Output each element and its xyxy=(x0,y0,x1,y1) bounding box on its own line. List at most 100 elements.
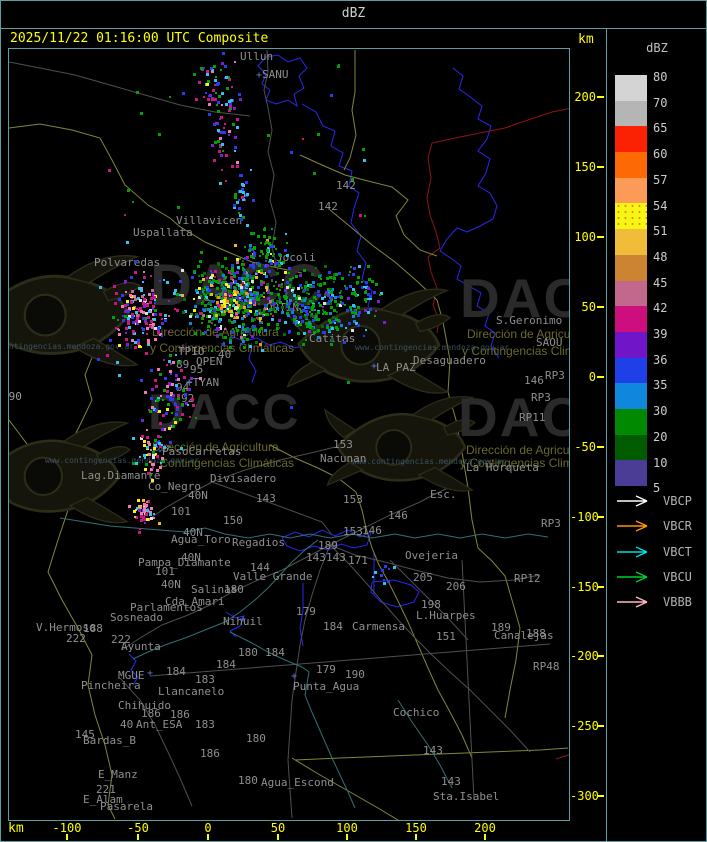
radar-echo-pixel xyxy=(328,271,331,274)
radar-echo-pixel xyxy=(358,311,361,314)
radar-echo-pixel xyxy=(247,270,249,272)
radar-echo-pixel xyxy=(210,276,213,279)
radar-echo-pixel xyxy=(269,246,271,248)
radar-echo-pixel xyxy=(175,374,178,377)
radar-echo-pixel xyxy=(143,440,146,443)
radar-echo-pixel xyxy=(177,378,180,381)
radar-echo-pixel xyxy=(132,330,135,333)
radar-echo-pixel xyxy=(194,332,197,335)
radar-echo-pixel xyxy=(384,565,387,568)
radar-echo-pixel xyxy=(377,300,380,303)
radar-echo-pixel xyxy=(207,325,210,328)
radar-echo-pixel xyxy=(227,308,229,310)
radar-echo-pixel xyxy=(210,284,213,287)
color-scale-block xyxy=(615,229,647,255)
radar-echo-pixel xyxy=(266,264,269,267)
radar-echo-pixel xyxy=(244,257,247,260)
legend-panel: dBZ 80 70 65 60 57 54 51 48 45 42 39 36 35 30 20 10 5 VB… xyxy=(607,29,706,842)
radar-echo-pixel xyxy=(337,319,340,322)
radar-echo-pixel xyxy=(288,302,291,305)
radar-echo-pixel xyxy=(230,298,233,301)
radar-echo-pixel xyxy=(242,326,244,328)
radar-echo-pixel xyxy=(161,457,164,460)
radar-echo-pixel xyxy=(339,292,341,294)
radar-echo-pixel xyxy=(234,193,237,196)
radar-echo-pixel xyxy=(159,373,162,376)
radar-echo-pixel xyxy=(223,302,226,305)
radar-echo-pixel xyxy=(330,94,333,97)
radar-echo-pixel xyxy=(255,276,258,279)
radar-echo-pixel xyxy=(211,350,213,352)
radar-echo-pixel xyxy=(124,304,127,307)
radar-echo-pixel xyxy=(264,304,267,307)
radar-echo-pixel xyxy=(282,279,284,281)
radar-echo-pixel xyxy=(238,93,241,96)
radar-echo-pixel xyxy=(352,304,355,307)
radar-echo-pixel xyxy=(313,315,315,317)
radar-echo-pixel xyxy=(260,312,263,315)
radar-echo-pixel xyxy=(115,327,117,329)
radar-echo-pixel xyxy=(306,292,308,294)
radar-echo-pixel xyxy=(241,290,244,293)
radar-echo-pixel xyxy=(328,329,331,332)
radar-echo-pixel xyxy=(304,306,307,309)
radar-echo-pixel xyxy=(279,299,281,301)
radar-echo-pixel xyxy=(332,316,335,319)
dbz-color-scale xyxy=(615,75,647,486)
radar-echo-pixel xyxy=(163,359,165,361)
radar-echo-pixel xyxy=(276,307,279,310)
radar-echo-pixel xyxy=(173,292,176,295)
radar-echo-pixel xyxy=(250,169,252,171)
radar-echo-pixel xyxy=(163,279,165,281)
radar-echo-pixel xyxy=(150,517,153,520)
radar-echo-pixel xyxy=(274,310,277,313)
x-axis-tick-label: 150 xyxy=(405,821,427,835)
radar-echo-pixel xyxy=(199,280,202,283)
radar-echo-pixel xyxy=(179,418,182,421)
radar-echo-pixel xyxy=(196,315,199,318)
radar-echo-pixel xyxy=(231,264,234,267)
radar-echo-pixel xyxy=(250,255,253,258)
radar-echo-pixel xyxy=(263,272,265,274)
radar-echo-pixel xyxy=(261,321,263,323)
radar-echo-pixel xyxy=(199,312,202,315)
radar-echo-pixel xyxy=(149,513,152,516)
radar-echo-pixel xyxy=(305,316,308,319)
radar-echo-pixel xyxy=(323,282,326,285)
radar-echo-pixel xyxy=(154,309,157,312)
radar-echo-pixel xyxy=(365,301,367,303)
radar-echo-pixel xyxy=(154,313,157,316)
color-scale-block xyxy=(615,100,647,127)
radar-echo-pixel xyxy=(150,507,153,510)
radar-echo-pixel xyxy=(328,319,331,322)
radar-echo-pixel xyxy=(241,332,243,334)
radar-echo-pixel xyxy=(150,449,152,451)
color-scale-block xyxy=(615,434,647,461)
radar-echo-pixel xyxy=(184,394,187,397)
radar-echo-pixel xyxy=(288,267,291,270)
radar-echo-pixel xyxy=(150,369,153,372)
radar-echo-pixel xyxy=(238,325,241,328)
radar-echo-pixel xyxy=(337,65,340,68)
x-axis-tick-label: 50 xyxy=(270,821,286,835)
radar-echo-pixel xyxy=(235,306,238,309)
radar-echo-pixel xyxy=(237,266,240,269)
radar-echo-pixel xyxy=(199,260,202,263)
radar-echo-pixel xyxy=(195,289,198,292)
color-scale-value-label: 45 xyxy=(653,275,668,290)
radar-echo-pixel xyxy=(203,309,206,312)
y-axis-unit-label: km xyxy=(578,32,594,47)
radar-echo-pixel xyxy=(170,392,173,395)
radar-echo-pixel xyxy=(267,323,270,326)
radar-echo-pixel xyxy=(134,516,136,518)
radar-echo-pixel xyxy=(210,307,213,310)
radar-echo-pixel xyxy=(223,127,225,129)
radar-echo-pixel xyxy=(320,278,322,280)
radar-echo-pixel xyxy=(222,52,225,55)
radar-echo-pixel xyxy=(221,169,223,171)
window-title: dBZ xyxy=(341,6,366,21)
radar-echo-pixel xyxy=(170,363,172,365)
radar-echo-pixel xyxy=(152,451,155,454)
radar-echo-pixel xyxy=(317,133,320,136)
radar-echo-pixel xyxy=(158,442,161,445)
